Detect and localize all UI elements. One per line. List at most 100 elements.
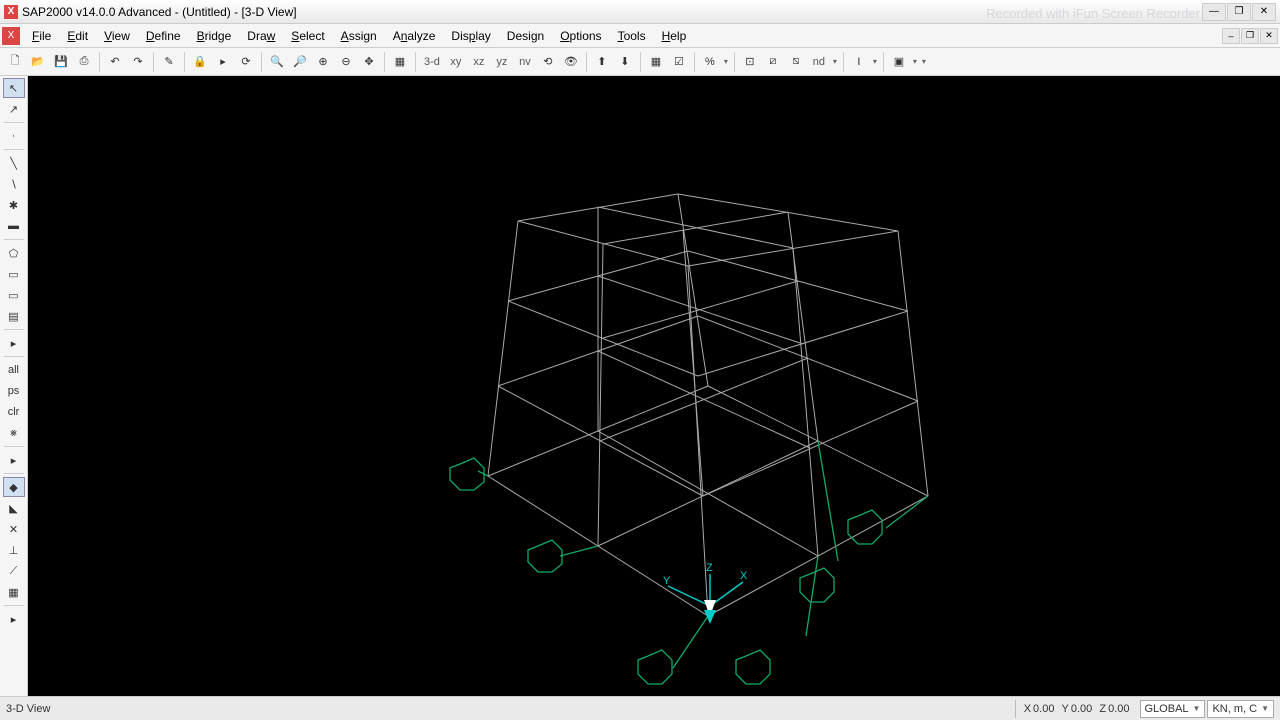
expand-tool-2-icon[interactable]: ▸ bbox=[3, 450, 25, 470]
menu-edit[interactable]: Edit bbox=[59, 27, 96, 45]
statusbar: 3-D View X0.00 Y0.00 Z0.00 GLOBAL ▼ KN, … bbox=[0, 696, 1280, 720]
menu-define[interactable]: Define bbox=[138, 27, 189, 45]
zoom-extents-icon[interactable]: ⊕ bbox=[312, 51, 334, 73]
units-select[interactable]: KN, m, C ▼ bbox=[1207, 700, 1274, 718]
set-display-icon[interactable]: ▦ bbox=[389, 51, 411, 73]
minimize-button[interactable]: — bbox=[1202, 3, 1226, 21]
svg-text:X: X bbox=[740, 570, 748, 582]
viewport-3d[interactable]: Y X Z bbox=[28, 76, 1280, 696]
select-ps-button[interactable]: ps bbox=[3, 381, 25, 401]
zoom-previous-icon[interactable]: ⊖ bbox=[335, 51, 357, 73]
redo-icon[interactable]: ↷ bbox=[127, 51, 149, 73]
menu-display[interactable]: Display bbox=[443, 27, 498, 45]
select-all-button[interactable]: all bbox=[3, 360, 25, 380]
menu-draw[interactable]: Draw bbox=[239, 27, 283, 45]
menu-bridge[interactable]: Bridge bbox=[189, 27, 240, 45]
show-undeformed-icon[interactable]: ▦ bbox=[645, 51, 667, 73]
down-arrow-icon[interactable]: ⬇ bbox=[614, 51, 636, 73]
snap-int-icon[interactable]: ✕ bbox=[3, 519, 25, 539]
snap-line-icon[interactable]: ⟋ bbox=[3, 561, 25, 581]
status-view-label: 3-D View bbox=[6, 703, 1015, 715]
view-yz-button[interactable]: yz bbox=[491, 51, 513, 73]
menu-analyze[interactable]: Analyze bbox=[385, 27, 444, 45]
menu-assign[interactable]: Assign bbox=[333, 27, 385, 45]
snap-nd-button[interactable]: nd bbox=[808, 51, 830, 73]
section-isometric-icon[interactable]: I bbox=[848, 51, 870, 73]
main-toolbar: 🗋 📂 💾 ⎙ ↶ ↷ ✎ 🔒 ▸ ⟳ 🔍 🔎 ⊕ ⊖ ✥ ▦ 3-d xy x… bbox=[0, 48, 1280, 76]
new-file-icon[interactable]: 🗋 bbox=[4, 51, 26, 73]
pan-icon[interactable]: ✥ bbox=[358, 51, 380, 73]
zoom-in-icon[interactable]: 🔍 bbox=[266, 51, 288, 73]
dropdown-arrow-icon: ▼ bbox=[1193, 704, 1201, 713]
menu-file[interactable]: File bbox=[24, 27, 59, 45]
draw-poly-icon[interactable]: ⬠ bbox=[3, 243, 25, 263]
app-icon: X bbox=[4, 5, 18, 19]
expand-tool-icon[interactable]: ▸ bbox=[3, 333, 25, 353]
menu-select[interactable]: Select bbox=[283, 27, 332, 45]
menu-design[interactable]: Design bbox=[499, 27, 552, 45]
snap-points-icon[interactable]: ⊡ bbox=[739, 51, 761, 73]
menu-help[interactable]: Help bbox=[654, 27, 695, 45]
save-file-icon[interactable]: 💾 bbox=[50, 51, 72, 73]
zoom-out-icon[interactable]: 🔎 bbox=[289, 51, 311, 73]
titlebar: X SAP2000 v14.0.0 Advanced - (Untitled) … bbox=[0, 0, 1280, 24]
snap-joint-icon[interactable]: ◆ bbox=[3, 477, 25, 497]
draw-cable-icon[interactable]: ✱ bbox=[3, 195, 25, 215]
draw-point-icon[interactable]: · bbox=[3, 126, 25, 146]
draw-rect-icon[interactable]: ▭ bbox=[3, 264, 25, 284]
mdi-restore[interactable]: ❐ bbox=[1241, 28, 1259, 44]
mdi-close[interactable]: ✕ bbox=[1260, 28, 1278, 44]
status-coordinates: X0.00 Y0.00 Z0.00 bbox=[1015, 700, 1138, 718]
draw-quick-rect-icon[interactable]: ▭ bbox=[3, 285, 25, 305]
up-arrow-icon[interactable]: ⬆ bbox=[591, 51, 613, 73]
draw-area-icon[interactable]: ▬ bbox=[3, 216, 25, 236]
units-value: KN, m, C bbox=[1212, 703, 1257, 715]
object-view-icon[interactable]: 👁 bbox=[560, 51, 582, 73]
snap-perp-icon[interactable]: ⊥ bbox=[3, 540, 25, 560]
toolbar-dropdown-b[interactable]: ▾ bbox=[911, 57, 919, 66]
mdi-minimize[interactable]: – bbox=[1222, 28, 1240, 44]
view-3d-button[interactable]: 3-d bbox=[420, 51, 444, 73]
coord-y-value: 0.00 bbox=[1071, 703, 1092, 715]
maximize-button[interactable]: ❐ bbox=[1227, 3, 1251, 21]
view-xz-button[interactable]: xz bbox=[468, 51, 490, 73]
toolbar-overflow-1[interactable]: ▾ bbox=[722, 57, 730, 66]
toolbar-overflow-3[interactable]: ▾ bbox=[920, 57, 928, 66]
undo-icon[interactable]: ↶ bbox=[104, 51, 126, 73]
lock-icon[interactable]: 🔒 bbox=[189, 51, 211, 73]
draw-line-icon[interactable]: ╲ bbox=[3, 153, 25, 173]
app-menu-icon[interactable]: X bbox=[2, 27, 20, 45]
coord-system-select[interactable]: GLOBAL ▼ bbox=[1140, 700, 1206, 718]
draw-section-icon[interactable]: ▤ bbox=[3, 306, 25, 326]
coord-y-label: Y bbox=[1062, 703, 1069, 715]
toolbar-overflow-2[interactable]: ▾ bbox=[831, 57, 839, 66]
dropdown-arrow-icon: ▼ bbox=[1261, 704, 1269, 713]
print-icon[interactable]: ⎙ bbox=[73, 51, 95, 73]
select-int-icon[interactable]: ⨳ bbox=[3, 423, 25, 443]
menu-options[interactable]: Options bbox=[552, 27, 609, 45]
menu-tools[interactable]: Tools bbox=[610, 27, 654, 45]
window-layout-icon[interactable]: ▣ bbox=[888, 51, 910, 73]
refresh-icon[interactable]: ✎ bbox=[158, 51, 180, 73]
expand-tool-3-icon[interactable]: ▸ bbox=[3, 609, 25, 629]
view-nv-button[interactable]: nv bbox=[514, 51, 536, 73]
view-xy-button[interactable]: xy bbox=[445, 51, 467, 73]
select-clr-button[interactable]: clr bbox=[3, 402, 25, 422]
run-analysis-icon[interactable]: ▸ bbox=[212, 51, 234, 73]
perspective-icon[interactable]: ⟲ bbox=[537, 51, 559, 73]
snap-edges-icon[interactable]: ⧅ bbox=[785, 51, 807, 73]
menu-view[interactable]: View bbox=[96, 27, 138, 45]
pointer-tool-icon[interactable]: ↖ bbox=[3, 78, 25, 98]
rotate-3d-icon[interactable]: ⟳ bbox=[235, 51, 257, 73]
close-button[interactable]: ✕ bbox=[1252, 3, 1276, 21]
draw-frame-icon[interactable]: ∖ bbox=[3, 174, 25, 194]
snap-grid-icon[interactable]: ▦ bbox=[3, 582, 25, 602]
snap-lines-icon[interactable]: ⧄ bbox=[762, 51, 784, 73]
toolbar-dropdown-a[interactable]: ▾ bbox=[871, 57, 879, 66]
snap-midpoint-icon[interactable]: ◣ bbox=[3, 498, 25, 518]
percent-icon[interactable]: % bbox=[699, 51, 721, 73]
svg-text:Z: Z bbox=[706, 562, 713, 574]
reshape-tool-icon[interactable]: ↗ bbox=[3, 99, 25, 119]
check-icon[interactable]: ☑ bbox=[668, 51, 690, 73]
open-file-icon[interactable]: 📂 bbox=[27, 51, 49, 73]
